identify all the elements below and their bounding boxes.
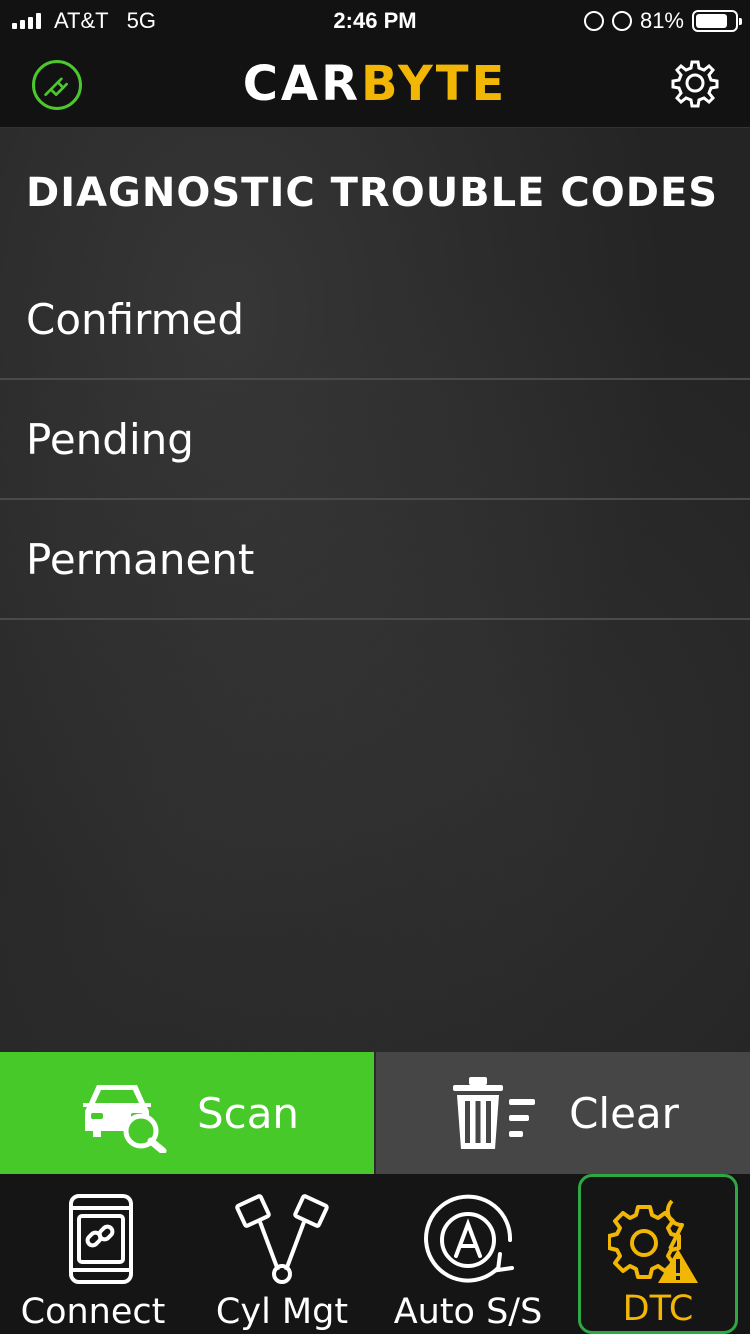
settings-button[interactable] <box>668 56 722 110</box>
clear-button[interactable]: Clear <box>376 1052 750 1174</box>
battery-icon <box>692 10 742 32</box>
engine-warning-icon <box>608 1199 698 1283</box>
dtc-item-confirmed[interactable]: Confirmed <box>0 260 750 380</box>
tab-dtc[interactable]: DTC <box>578 1174 738 1334</box>
car-search-icon <box>82 1085 167 1153</box>
tab-connect[interactable]: Connect <box>0 1174 186 1334</box>
dtc-list: Confirmed Pending Permanent <box>0 260 750 620</box>
dtc-item-permanent[interactable]: Permanent <box>0 500 750 620</box>
dtc-item-pending[interactable]: Pending <box>0 380 750 500</box>
status-bar: AT&T 5G 2:46 PM 81% <box>0 0 750 40</box>
tab-connect-label: Connect <box>20 1292 166 1332</box>
tab-cyl-mgt-label: Cyl Mgt <box>215 1292 349 1332</box>
scan-label: Scan <box>196 1088 300 1138</box>
battery-percent: 81% <box>639 8 684 33</box>
battery-fill <box>696 14 727 28</box>
page-title: DIAGNOSTIC TROUBLE CODES <box>26 170 719 216</box>
action-bar: Scan Clear <box>0 1052 750 1174</box>
gear-icon <box>671 60 719 108</box>
auto-start-stop-icon <box>424 1194 514 1283</box>
trash-clear-icon <box>453 1077 536 1149</box>
tab-auto-start-stop[interactable]: Auto S/S <box>378 1174 558 1334</box>
alarm-icon <box>611 11 632 31</box>
tab-cyl-mgt[interactable]: Cyl Mgt <box>196 1174 368 1334</box>
brand-part1: CAR <box>242 56 362 112</box>
pistons-icon <box>235 1194 329 1284</box>
tab-auto-start-stop-label: Auto S/S <box>393 1292 543 1332</box>
status-right: 81% <box>583 8 742 34</box>
orientation-lock-icon <box>583 11 604 31</box>
bottom-tab-bar: Connect Cyl Mgt Auto S/S DTC <box>0 1174 750 1334</box>
tab-dtc-label: DTC <box>622 1289 694 1329</box>
clear-label: Clear <box>569 1088 679 1138</box>
scan-button[interactable]: Scan <box>0 1052 376 1174</box>
brand-logo: CARBYTE <box>0 56 750 112</box>
brand-part2: BYTE <box>361 56 508 112</box>
phone-link-icon <box>69 1194 133 1284</box>
app-header: CARBYTE <box>0 40 750 128</box>
dtc-content: DIAGNOSTIC TROUBLE CODES Confirmed Pendi… <box>0 128 750 1052</box>
